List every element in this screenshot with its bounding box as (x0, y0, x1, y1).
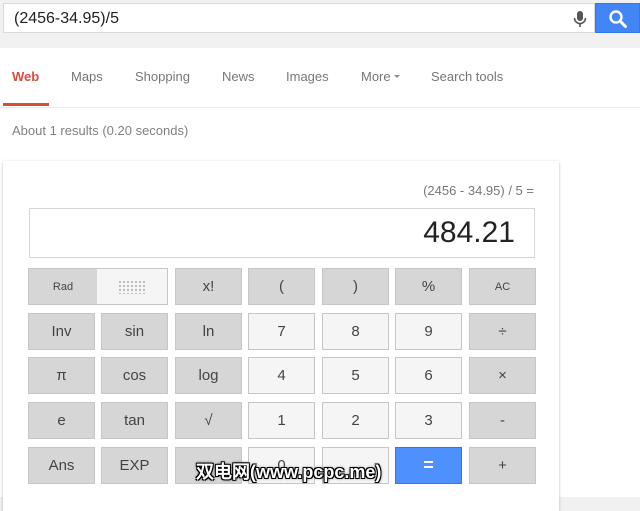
tab-web[interactable]: Web (12, 69, 39, 84)
sqrt-key[interactable]: √ (175, 402, 242, 439)
search-button[interactable] (595, 3, 640, 33)
digit-8-key[interactable]: 8 (322, 313, 389, 350)
search-nav: Web Maps Shopping News Images More Searc… (0, 48, 640, 108)
tab-images[interactable]: Images (286, 69, 329, 84)
cos-key[interactable]: cos (101, 357, 168, 394)
tab-news[interactable]: News (222, 69, 255, 84)
caret-down-icon (393, 75, 400, 79)
pi-key[interactable]: π (28, 357, 95, 394)
digit-2-key[interactable]: 2 (322, 402, 389, 439)
rad-button[interactable]: Rad (29, 269, 97, 304)
equals-key[interactable]: = (395, 447, 462, 484)
active-tab-indicator (3, 103, 49, 106)
calculator-history: (2456 - 34.95) / 5 = (423, 183, 534, 198)
calculator-display: 484.21 (29, 208, 535, 258)
right-paren-key[interactable]: ) (322, 268, 389, 305)
tab-shopping[interactable]: Shopping (135, 69, 190, 84)
calculator-result: 484.21 (423, 216, 515, 249)
digit-3-key[interactable]: 3 (395, 402, 462, 439)
tab-more[interactable]: More (361, 69, 400, 84)
digit-9-key[interactable]: 9 (395, 313, 462, 350)
search-icon (609, 10, 627, 28)
left-paren-key[interactable]: ( (248, 268, 315, 305)
digit-1-key[interactable]: 1 (248, 402, 315, 439)
all-clear-key[interactable]: AC (469, 268, 536, 305)
microphone-icon[interactable] (570, 9, 590, 29)
deg-button[interactable] (97, 269, 167, 304)
results-area: About 1 results (0.20 seconds) (2456 - 3… (0, 108, 640, 511)
factorial-key[interactable]: x! (175, 268, 242, 305)
sin-key[interactable]: sin (101, 313, 168, 350)
watermark: 双电网(www.pcpc.me) (196, 462, 382, 482)
rad-deg-toggle[interactable]: Rad (28, 268, 168, 305)
deg-placeholder-dots (118, 279, 146, 294)
digit-4-key[interactable]: 4 (248, 357, 315, 394)
result-stats: About 1 results (0.20 seconds) (12, 123, 189, 138)
tab-maps[interactable]: Maps (71, 69, 103, 84)
divide-key[interactable]: ÷ (469, 313, 536, 350)
search-input[interactable] (14, 9, 554, 29)
digit-5-key[interactable]: 5 (322, 357, 389, 394)
tab-more-label: More (361, 69, 391, 84)
euler-key[interactable]: e (28, 402, 95, 439)
digit-6-key[interactable]: 6 (395, 357, 462, 394)
percent-key[interactable]: % (395, 268, 462, 305)
answer-key[interactable]: Ans (28, 447, 95, 484)
ln-key[interactable]: ln (175, 313, 242, 350)
digit-7-key[interactable]: 7 (248, 313, 315, 350)
search-header (0, 0, 640, 48)
search-box (3, 3, 595, 33)
tan-key[interactable]: tan (101, 402, 168, 439)
minus-key[interactable]: - (469, 402, 536, 439)
search-tools-button[interactable]: Search tools (431, 69, 503, 84)
multiply-key[interactable]: × (469, 357, 536, 394)
plus-key[interactable]: + (469, 447, 536, 484)
exp-key[interactable]: EXP (101, 447, 168, 484)
inverse-key[interactable]: Inv (28, 313, 95, 350)
log-key[interactable]: log (175, 357, 242, 394)
